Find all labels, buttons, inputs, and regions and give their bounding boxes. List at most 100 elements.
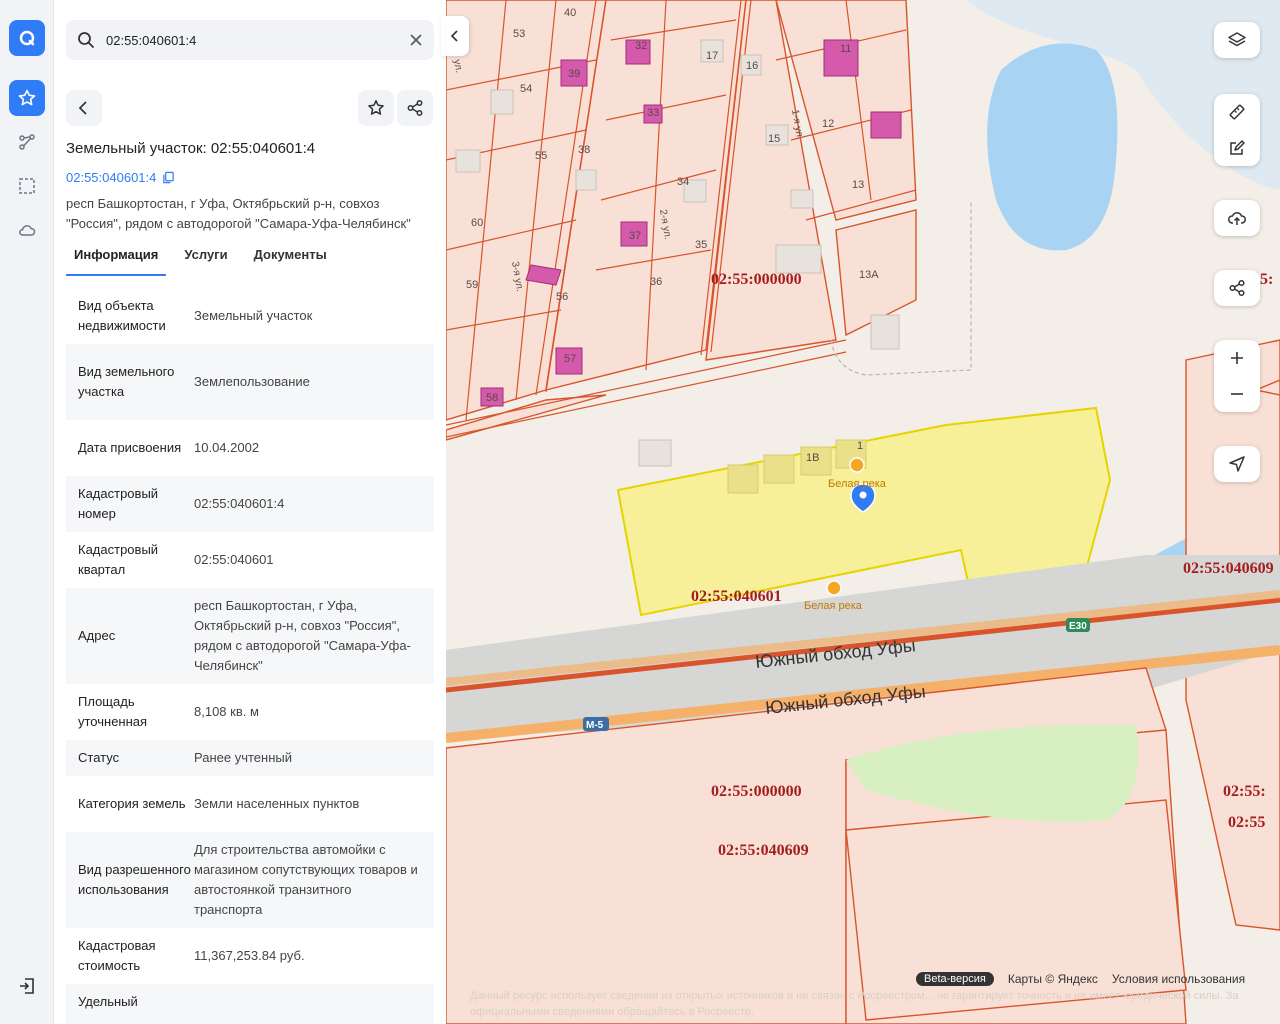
property-key: Удельный (78, 994, 138, 1009)
layers-button[interactable] (1214, 22, 1260, 58)
property-value: Землепользование (194, 374, 310, 389)
poi-icon[interactable] (826, 580, 842, 596)
quarter-label: 02:55:000000 (711, 783, 802, 800)
property-value: Для строительства автомойки с магазином … (194, 842, 418, 917)
table-row: Удельный (66, 984, 434, 1024)
tools-group (1214, 94, 1260, 166)
app-logo-icon[interactable] (9, 20, 45, 56)
plot-number: 16 (746, 60, 758, 72)
table-row: Статус Ранее учтенный (66, 740, 434, 776)
quarter-label: 02:55:000000 (711, 271, 802, 288)
plot-number: 15 (768, 133, 780, 145)
cloud-icon[interactable] (9, 212, 45, 248)
plot-number: 37 (629, 230, 641, 242)
map-share-button[interactable] (1214, 270, 1260, 306)
property-value: 02:55:040601:4 (194, 496, 285, 511)
table-row: Кадастровый квартал 02:55:040601 (66, 532, 434, 588)
table-row: Кадастровый номер 02:55:040601:4 (66, 476, 434, 532)
ruler-icon (1229, 104, 1245, 120)
street-label: ул. (451, 59, 464, 74)
property-value: Ранее учтенный (194, 750, 292, 765)
object-address: респ Башкортостан, г Уфа, Октябрьский р-… (66, 196, 411, 231)
terms-link[interactable]: Условия использования (1112, 972, 1245, 986)
tab-services[interactable]: Услуги (176, 240, 235, 276)
property-value: 11,367,253.84 руб. (194, 948, 305, 963)
zoom-in-button[interactable] (1214, 340, 1260, 376)
quarter-label: 02:55: (1223, 783, 1266, 800)
plot-number: 58 (486, 392, 498, 404)
search-icon (78, 32, 94, 48)
plot-number: 54 (520, 83, 532, 95)
property-value: 10.04.2002 (194, 440, 260, 455)
quarter-label: 02:55 (1228, 814, 1265, 831)
table-row: Адрес респ Башкортостан, г Уфа, Октябрьск… (66, 588, 434, 684)
chevron-left-icon (78, 101, 87, 115)
plot-number: 59 (466, 279, 478, 291)
share-icon (407, 100, 423, 116)
ruler-button[interactable] (1214, 94, 1260, 130)
plot-number: 32 (635, 40, 647, 52)
route-nodes-icon[interactable] (9, 124, 45, 160)
property-key: Площадь уточненная (78, 694, 148, 729)
share-button[interactable] (397, 90, 433, 126)
upload-button[interactable] (1214, 200, 1260, 236)
plot-number: 13 (852, 179, 864, 191)
search-input[interactable] (106, 20, 396, 60)
plot-number: 60 (471, 217, 483, 229)
property-key: Дата присвоения (78, 440, 182, 455)
poi-label: Белая река (804, 600, 863, 612)
edit-button[interactable] (1214, 130, 1260, 166)
collapse-panel-button[interactable] (441, 16, 469, 56)
favorites-star-icon[interactable] (9, 80, 45, 116)
clear-search-icon[interactable] (408, 32, 424, 48)
details-panel: Земельный участок: 02:55:040601:4 02:55:… (54, 0, 446, 1024)
zoom-out-button[interactable] (1214, 376, 1260, 412)
plot-number: 53 (513, 28, 525, 40)
edit-icon (1230, 140, 1245, 155)
my-location-button[interactable] (1214, 446, 1260, 482)
quarter-label: 02:55:040609 (718, 842, 809, 859)
map-canvas[interactable]: 02:55:000000 02:55:040601 02:55:000000 0… (446, 0, 1280, 1024)
cadastral-number-text[interactable]: 02:55:040601:4 (66, 170, 156, 185)
lake (987, 43, 1118, 251)
tabs: Информация Услуги Документы (66, 240, 434, 276)
table-row: Вид земельного участка Землепользование (66, 344, 434, 420)
property-value: 02:55:040601 (194, 552, 274, 567)
plot-number: 1В (806, 452, 819, 464)
table-row: Площадь уточненная 8,108 кв. м (66, 684, 434, 740)
minus-icon (1231, 393, 1243, 395)
property-value: респ Башкортостан, г Уфа, Октябрьский р-… (194, 598, 411, 673)
property-key: Адрес (78, 628, 116, 643)
disclaimer-text: Данный ресурс использует сведения из отк… (470, 990, 1239, 1018)
plot-number: 56 (556, 291, 568, 303)
copy-icon[interactable] (162, 171, 175, 184)
table-row: Дата присвоения 10.04.2002 (66, 420, 434, 476)
cadastral-map: 02:55:000000 02:55:040601 02:55:000000 0… (446, 0, 1280, 1024)
plot-number: 33 (647, 107, 659, 119)
tab-information[interactable]: Информация (66, 240, 167, 276)
property-key: Вид земельного участка (78, 364, 175, 399)
route-badge: E30 (1069, 621, 1087, 632)
copyright-text: Карты © Яндекс (1007, 972, 1098, 986)
property-key: Вид объекта недвижимости (78, 298, 166, 333)
tab-documents[interactable]: Документы (246, 240, 335, 276)
quarter-label: 5: (1260, 271, 1273, 288)
property-key: Вид разрешенного использования (78, 862, 191, 897)
share-icon (1229, 279, 1245, 297)
poi-label: Белая река (828, 478, 887, 490)
cloud-upload-icon (1228, 212, 1246, 225)
poi-icon[interactable] (849, 457, 865, 473)
plot-number: 34 (677, 176, 689, 188)
star-icon (368, 100, 384, 115)
plot-number: 57 (564, 353, 576, 365)
plot-number: 55 (535, 150, 547, 162)
property-key: Категория земель (78, 796, 186, 811)
property-value: 8,108 кв. м (194, 704, 259, 719)
select-area-icon[interactable] (9, 168, 45, 204)
add-to-favorites-button[interactable] (358, 90, 394, 126)
property-value: Земли населенных пунктов (194, 796, 360, 811)
logout-icon[interactable] (9, 968, 45, 1004)
cadastral-number-link[interactable]: 02:55:040601:4 (66, 170, 175, 185)
table-row: Вид разрешенного использования Для строит… (66, 832, 434, 928)
back-button[interactable] (66, 90, 102, 126)
